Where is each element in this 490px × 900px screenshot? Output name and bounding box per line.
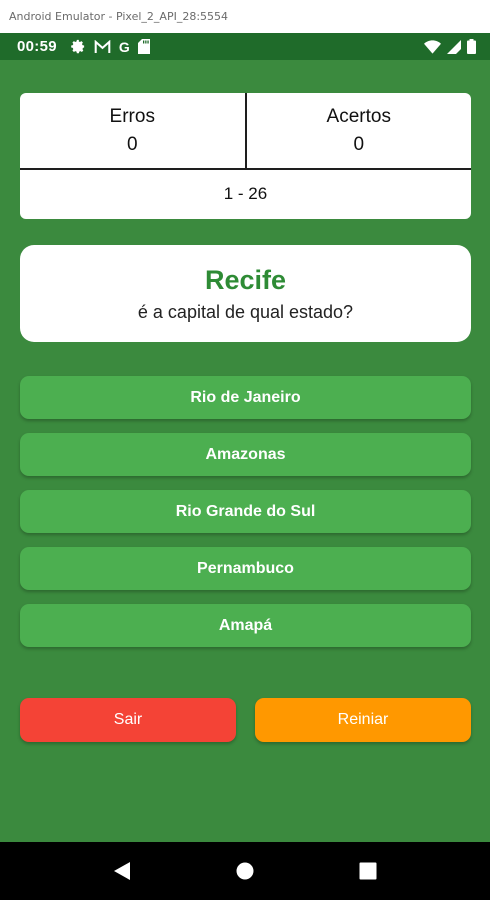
option-rio-grande-do-sul-button[interactable]: Rio Grande do Sul xyxy=(20,490,471,533)
errors-value: 0 xyxy=(126,133,138,155)
gmail-icon xyxy=(94,39,111,54)
battery-icon xyxy=(467,39,476,54)
errors-label: Erros xyxy=(109,105,155,127)
restart-button[interactable]: Reiniar xyxy=(255,698,471,742)
status-time: 00:59 xyxy=(17,38,57,55)
google-g-icon: G xyxy=(118,38,130,55)
android-status-bar: 00:59 G xyxy=(0,33,490,60)
score-card: Erros 0 Acertos 0 1 - 26 xyxy=(20,93,471,219)
quiz-screen: Erros 0 Acertos 0 1 - 26 Recife é a capi… xyxy=(0,60,490,842)
option-pernambuco-button[interactable]: Pernambuco xyxy=(20,547,471,590)
sd-card-icon xyxy=(137,39,150,54)
question-city: Recife xyxy=(204,264,287,295)
option-amapa-button[interactable]: Amapá xyxy=(20,604,471,647)
hits-value: 0 xyxy=(353,133,365,155)
question-card: Recife é a capital de qual estado? xyxy=(20,245,471,342)
wifi-icon xyxy=(424,39,441,54)
answer-options: Rio de Janeiro Amazonas Rio Grande do Su… xyxy=(20,376,471,661)
question-progress: 1 - 26 xyxy=(223,183,268,203)
errors-cell: Erros 0 xyxy=(20,93,245,168)
option-rio-de-janeiro-button[interactable]: Rio de Janeiro xyxy=(20,376,471,419)
cell-signal-icon xyxy=(447,39,461,54)
hits-label: Acertos xyxy=(326,105,391,127)
android-navigation-bar xyxy=(0,842,490,900)
quit-button[interactable]: Sair xyxy=(20,698,236,742)
question-text: é a capital de qual estado? xyxy=(137,301,354,322)
recents-icon[interactable] xyxy=(346,849,390,893)
gear-icon xyxy=(71,39,86,54)
emulator-window-title: Android Emulator - Pixel_2_API_28:5554 xyxy=(0,0,490,33)
option-amazonas-button[interactable]: Amazonas xyxy=(20,433,471,476)
back-icon[interactable] xyxy=(100,849,144,893)
hits-cell: Acertos 0 xyxy=(244,93,472,168)
home-icon[interactable] xyxy=(223,849,267,893)
